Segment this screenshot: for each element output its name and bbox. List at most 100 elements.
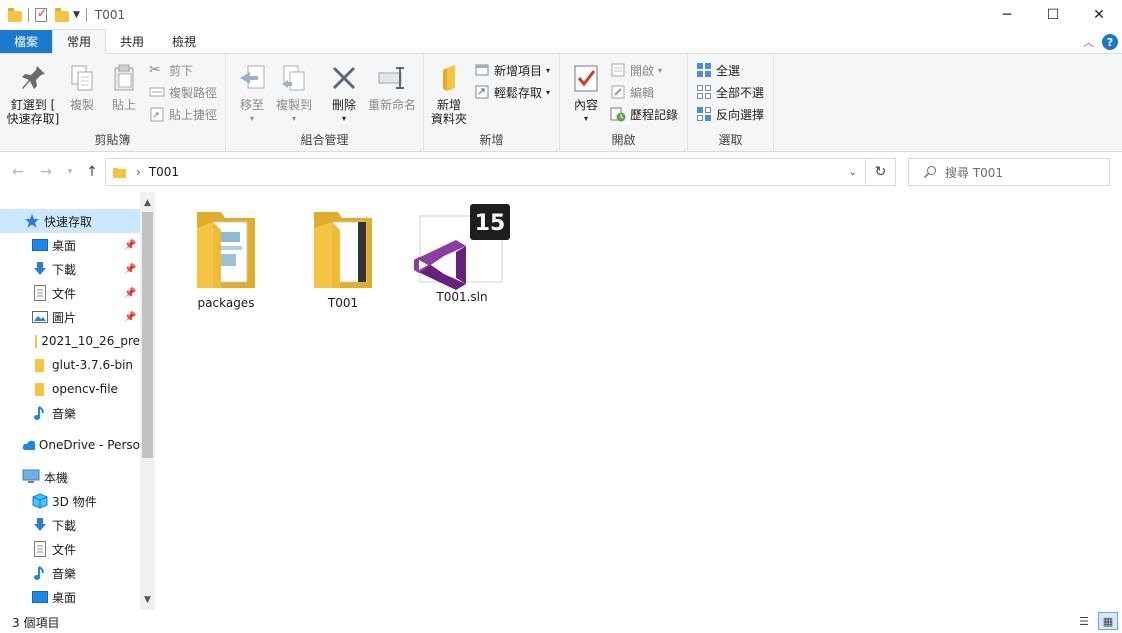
sidebar-item-folder[interactable]: opencv-file: [0, 377, 140, 401]
folder-icon: [35, 335, 38, 348]
maximize-button[interactable]: ☐: [1030, 0, 1076, 30]
easy-access-button[interactable]: 輕鬆存取 ▾: [474, 82, 550, 102]
forward-arrow-icon[interactable]: →: [36, 162, 56, 182]
document-icon: [34, 285, 46, 301]
minimize-button[interactable]: ─: [984, 0, 1030, 30]
sidebar-item-pc-music[interactable]: 音樂: [0, 561, 140, 585]
sidebar-item-pc-documents[interactable]: 文件: [0, 537, 140, 561]
copy-path-label: 複製路徑: [169, 85, 218, 100]
collapse-ribbon-icon[interactable]: ︿: [1083, 34, 1094, 50]
sidebar-item-onedrive[interactable]: OneDrive - Perso: [0, 433, 140, 457]
open-button[interactable]: 開啟 ▾: [610, 60, 662, 80]
new-folder-icon[interactable]: [55, 7, 69, 22]
rename-icon: [376, 62, 408, 94]
group-label: 剪貼簿: [94, 133, 131, 147]
large-icons-view-icon[interactable]: ▦: [1098, 612, 1118, 630]
delete-x-icon: [328, 62, 360, 94]
paste-button[interactable]: 貼上: [106, 62, 142, 112]
folder-with-documents-icon: [197, 212, 255, 288]
details-view-icon[interactable]: ☰: [1074, 612, 1094, 630]
file-name: T001: [327, 296, 359, 310]
tab-share[interactable]: 共用: [106, 29, 158, 53]
scroll-up-icon[interactable]: ▲: [140, 194, 155, 211]
cut-button[interactable]: ✂ 剪下: [149, 60, 193, 80]
help-icon[interactable]: ?: [1102, 34, 1118, 50]
sidebar-item-pc-downloads[interactable]: 下載: [0, 513, 140, 537]
sidebar-scrollbar[interactable]: ▲ ▼: [140, 192, 155, 610]
copy-button[interactable]: 複製: [64, 62, 100, 112]
address-dropdown-icon[interactable]: ⌄: [849, 167, 857, 178]
dropdown-arrow-icon: ▾: [291, 114, 296, 123]
copy-to-label: 複製到: [275, 98, 312, 112]
breadcrumb-current[interactable]: T001: [149, 165, 179, 179]
sidebar-item-pc-desktop[interactable]: 桌面: [0, 585, 140, 609]
move-to-button[interactable]: 移至 ▾: [234, 62, 270, 126]
pin-icon[interactable]: 📌: [124, 264, 136, 275]
select-group: 全選 全部不選 反向選擇 選取: [688, 54, 774, 152]
paste-shortcut-button[interactable]: 貼上捷徑: [149, 104, 217, 124]
new-item-label: 新增項目: [494, 63, 543, 78]
select-none-button[interactable]: 全部不選: [696, 82, 764, 102]
recent-locations-icon[interactable]: ▾: [60, 162, 80, 182]
sidebar-item-label: 桌面: [52, 238, 77, 253]
rename-button[interactable]: 重新命名: [366, 62, 418, 112]
sidebar-item-documents[interactable]: 文件 📌: [0, 281, 140, 305]
sidebar-item-folder[interactable]: glut-3.7.6-bin: [0, 353, 140, 377]
delete-button[interactable]: 刪除 ▾: [326, 62, 362, 126]
document-icon: [34, 541, 46, 557]
back-arrow-icon[interactable]: ←: [8, 162, 28, 182]
address-bar[interactable]: › T001 ⌄: [105, 158, 866, 186]
paste-icon: [108, 62, 140, 94]
tab-home[interactable]: 常用: [52, 29, 107, 54]
sidebar-item-this-pc[interactable]: 本機: [0, 465, 140, 489]
desktop-icon: [32, 591, 48, 603]
copy-path-button[interactable]: 複製路徑: [149, 82, 217, 102]
new-folder-icon: [433, 62, 465, 94]
refresh-icon[interactable]: ↻: [866, 158, 896, 186]
navigation-bar: ← → ▾ ↑ › T001 ⌄ ↻ 搜尋 T001: [0, 152, 1122, 192]
pin-icon[interactable]: 📌: [124, 288, 136, 299]
sidebar-item-downloads[interactable]: 下載 📌: [0, 257, 140, 281]
pin-icon[interactable]: 📌: [124, 312, 136, 323]
sidebar-item-label: 桌面: [52, 590, 77, 605]
new-folder-label-line2: 資料夾: [430, 112, 467, 126]
history-button[interactable]: 歷程記錄: [610, 104, 678, 124]
sidebar-item-desktop[interactable]: 桌面 📌: [0, 233, 140, 257]
pin-icon[interactable]: 📌: [124, 240, 136, 251]
properties-icon[interactable]: [35, 6, 47, 22]
sidebar-item-quick-access[interactable]: 快速存取: [0, 209, 140, 233]
select-all-button[interactable]: 全選: [696, 60, 740, 80]
cube-icon: [32, 493, 48, 509]
scroll-down-icon[interactable]: ▼: [140, 591, 155, 608]
sidebar-item-folder[interactable]: 2021_10_26_pre: [0, 329, 140, 353]
sidebar-item-music[interactable]: 音樂: [0, 401, 140, 425]
file-item-packages[interactable]: packages: [176, 208, 276, 310]
file-item-t001-folder[interactable]: T001: [293, 208, 393, 310]
up-arrow-icon[interactable]: ↑: [82, 162, 102, 182]
star-icon: [25, 214, 39, 228]
new-item-button[interactable]: 新增項目 ▾: [474, 60, 550, 80]
copy-to-button[interactable]: 複製到 ▾: [272, 62, 316, 126]
tab-view[interactable]: 檢視: [158, 29, 210, 53]
scrollbar-thumb[interactable]: [142, 212, 153, 458]
sidebar-item-pictures[interactable]: 圖片 📌: [0, 305, 140, 329]
new-folder-button[interactable]: 新增 資料夾: [428, 62, 470, 126]
music-note-icon: [34, 566, 44, 580]
customize-dropdown-icon[interactable]: ▼: [73, 10, 80, 20]
window-title: T001: [94, 8, 126, 22]
sidebar-item-label: 2021_10_26_pre: [41, 334, 140, 348]
close-button[interactable]: ✕: [1076, 0, 1122, 30]
sidebar-item-3d-objects[interactable]: 3D 物件: [0, 489, 140, 513]
tab-file[interactable]: 檔案: [0, 30, 53, 53]
file-item-t001-sln[interactable]: 15 T001.sln: [412, 204, 512, 304]
search-input[interactable]: 搜尋 T001: [908, 158, 1110, 186]
sidebar-item-label: 文件: [52, 286, 77, 301]
dropdown-arrow-icon: ▾: [583, 114, 588, 123]
invert-selection-button[interactable]: 反向選擇: [696, 104, 764, 124]
edit-label: 編輯: [630, 85, 655, 100]
properties-button[interactable]: 內容 ▾: [568, 62, 604, 126]
sidebar-item-label: 圖片: [52, 310, 77, 325]
edit-button[interactable]: 編輯: [610, 82, 654, 102]
pin-to-quick-access-button[interactable]: 釘選到 [ 快速存取]: [4, 62, 62, 126]
dropdown-arrow-icon: ▾: [249, 114, 254, 123]
